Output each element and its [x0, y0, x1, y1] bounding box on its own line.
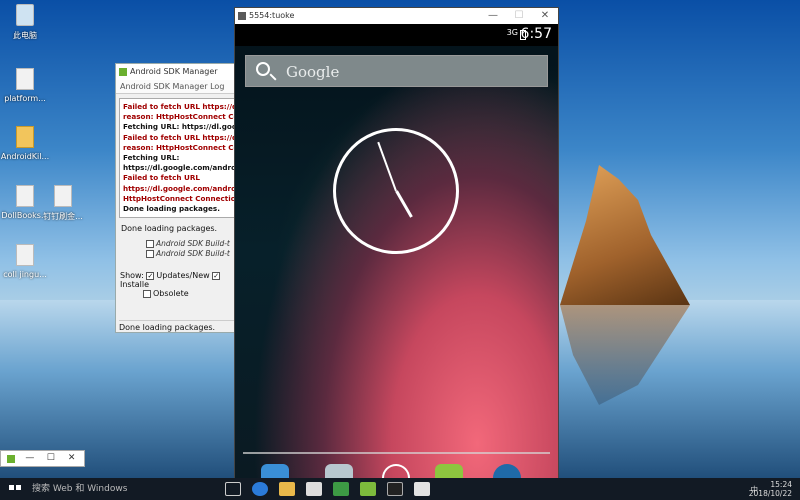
updates-checkbox[interactable]: ✓: [146, 271, 155, 280]
sdk-log-status: Done loading packages.: [121, 224, 218, 233]
android-home-screen[interactable]: 3G 6:57 Google: [235, 24, 558, 480]
log-line: Fetching URL: https://dl.google.c: [123, 122, 236, 132]
terminal-icon[interactable]: [387, 482, 403, 496]
coffee-app-icon[interactable]: [414, 482, 430, 496]
system-tray[interactable]: 中 15:24 2018/10/22: [749, 480, 792, 500]
android-status-bar: 3G 6:57: [235, 24, 558, 46]
sdk-bottom-status: Done loading packages.: [119, 320, 235, 332]
emulator-app-icon: [238, 12, 246, 20]
sdk-package-list[interactable]: Android SDK Build-t Android SDK Build-t: [146, 239, 230, 259]
google-search-label: Google: [286, 63, 340, 81]
close-button[interactable]: ✕: [532, 8, 558, 24]
download-app-icon[interactable]: [333, 482, 349, 496]
edge-icon[interactable]: [252, 482, 268, 496]
maximize-button[interactable]: ☐: [506, 8, 532, 24]
package-item[interactable]: Android SDK Build-t: [146, 249, 230, 259]
installed-checkbox[interactable]: ✓: [212, 271, 221, 280]
emulator-titlebar[interactable]: 5554:tuoke — ☐ ✕: [235, 8, 558, 24]
package-item[interactable]: Android SDK Build-t: [146, 239, 230, 249]
desktop-icon-0[interactable]: 此电脑: [0, 4, 50, 41]
emulator-title: 5554:tuoke: [249, 11, 295, 20]
windows-taskbar: 搜索 Web 和 Windows 中 15:24 2018/10/22: [0, 478, 800, 500]
file-icon: [16, 185, 34, 207]
log-line: reason: HttpHostConnect Connec: [123, 142, 235, 152]
obsolete-checkbox[interactable]: [143, 289, 151, 298]
battery-icon: [520, 30, 526, 40]
minimize-button[interactable]: —: [21, 451, 39, 466]
wallpaper-rock: [560, 165, 690, 305]
file-icon: [16, 244, 34, 266]
sdk-log-titlebar[interactable]: Android SDK Manager Log: [116, 80, 236, 94]
recycle-bin-icon: [16, 4, 34, 26]
obsolete-filter[interactable]: Obsolete: [143, 289, 189, 298]
file-explorer-icon[interactable]: [279, 482, 295, 496]
log-line: HttpHostConnect Connection to: [123, 193, 235, 203]
emulator-window[interactable]: 5554:tuoke — ☐ ✕ 3G 6:57 Google: [234, 7, 559, 480]
search-icon: [256, 62, 270, 76]
android-icon: [119, 68, 127, 76]
desktop-icon-5[interactable]: coll jingu...: [0, 244, 50, 279]
log-line: https://dl.google.com/android/r: [123, 163, 236, 173]
log-line: Failed to fetch URL https://dl.goog: [123, 132, 235, 142]
sdk-manager-titlebar[interactable]: Android SDK Manager: [116, 64, 236, 80]
minute-hand: [377, 141, 397, 192]
sdk-manager-window[interactable]: Android SDK Manager Android SDK Manager …: [115, 63, 237, 333]
log-line: reason: HttpHostConnect Connect: [123, 112, 235, 122]
checkbox[interactable]: [146, 240, 154, 248]
task-view-icon[interactable]: [225, 482, 241, 496]
input-language[interactable]: 中: [751, 485, 759, 494]
sdk-show-filters: Show: ✓ Updates/New ✓Installe: [120, 271, 221, 289]
store-icon[interactable]: [306, 482, 322, 496]
log-line: Fetching URL:: [123, 153, 180, 163]
folder-icon: [16, 126, 34, 148]
file-icon: [54, 185, 72, 207]
minimize-button[interactable]: —: [480, 8, 506, 24]
android-app-icon[interactable]: [360, 482, 376, 496]
desktop-icon-1[interactable]: platform...: [0, 68, 50, 103]
windows-start-icon[interactable]: [7, 478, 23, 500]
sdk-log-panel[interactable]: Failed to fetch URL https://dl.google. r…: [119, 98, 236, 218]
log-line: https://dl.google.com/android/r: [123, 183, 236, 193]
taskbar-search-input[interactable]: 搜索 Web 和 Windows: [26, 478, 216, 500]
analog-clock-widget[interactable]: [333, 128, 459, 254]
desktop-icon-2[interactable]: AndroidKil...: [0, 126, 50, 161]
close-button[interactable]: ✕: [63, 451, 81, 466]
desktop-icon-4[interactable]: 钉钉刷金...: [38, 185, 88, 222]
log-line: Failed to fetch URL: [123, 173, 200, 183]
hour-hand: [394, 190, 413, 218]
dock-divider: [243, 452, 550, 454]
checkbox[interactable]: [146, 250, 154, 258]
network-type: 3G: [506, 28, 518, 37]
maximize-button[interactable]: ☐: [42, 451, 60, 466]
app-icon: [7, 455, 15, 463]
minimized-window[interactable]: — ☐ ✕: [0, 450, 85, 467]
log-line: Failed to fetch URL https://dl.google.: [123, 102, 236, 111]
file-icon: [16, 68, 34, 90]
log-line: Done loading packages.: [123, 204, 220, 214]
google-search-bar[interactable]: Google: [245, 55, 548, 87]
